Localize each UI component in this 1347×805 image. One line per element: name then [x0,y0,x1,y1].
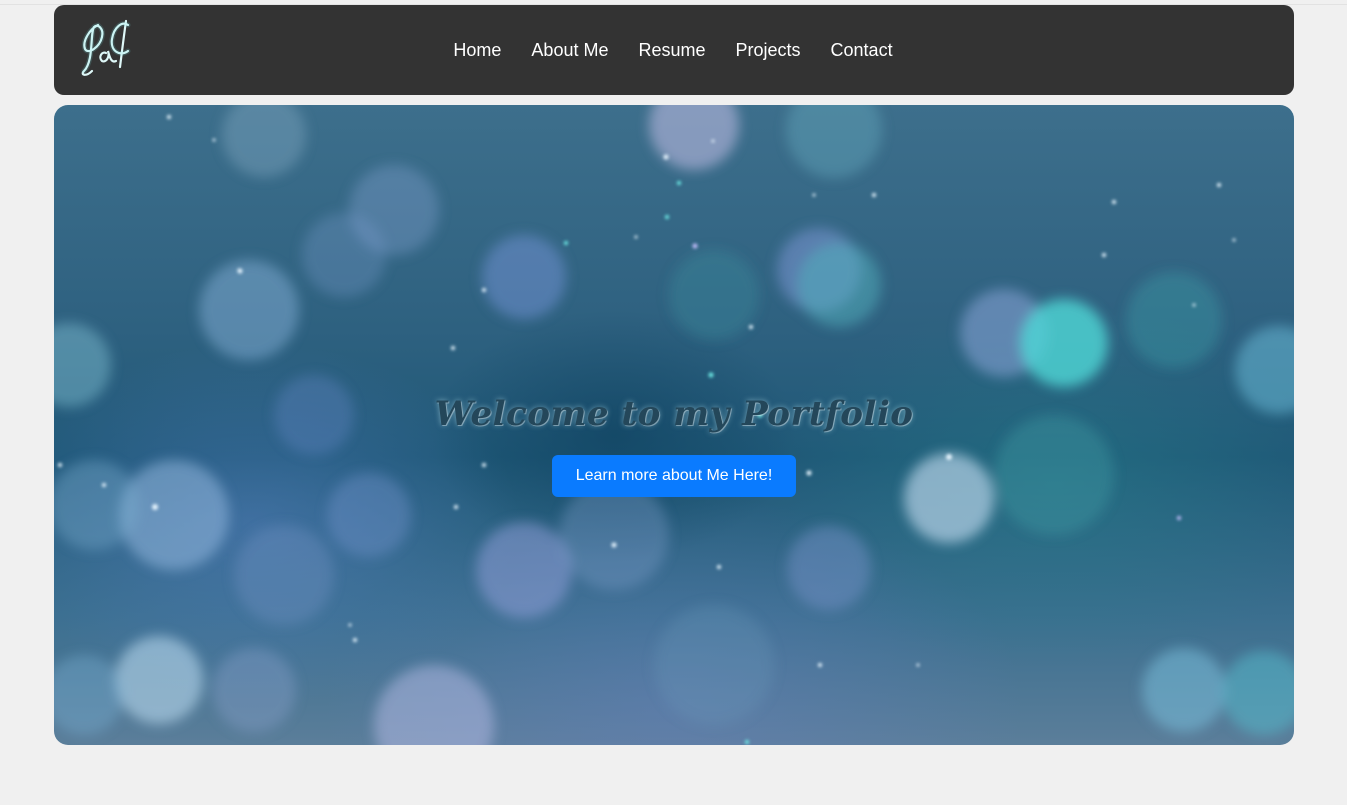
hero-banner: Welcome to my Portfolio Learn more about… [54,105,1294,745]
nav-link-resume[interactable]: Resume [638,39,705,61]
nav-link-home[interactable]: Home [453,39,501,61]
learn-more-button[interactable]: Learn more about Me Here! [552,455,796,497]
nav-link-projects[interactable]: Projects [736,39,801,61]
nav-menu: Home About Me Resume Projects Contact [54,39,1294,61]
navbar: Home About Me Resume Projects Contact [54,5,1294,95]
nav-link-about-me[interactable]: About Me [531,39,608,61]
hero-title: Welcome to my Portfolio [434,393,914,434]
nav-link-contact[interactable]: Contact [831,39,893,61]
